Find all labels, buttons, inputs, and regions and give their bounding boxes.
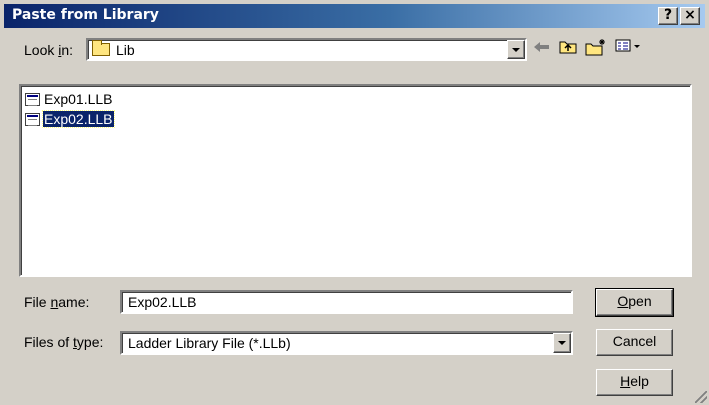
file-name-label: File name:	[24, 294, 89, 310]
help-title-button[interactable]: ?	[658, 7, 678, 25]
file-name-label: Exp02.LLB	[42, 110, 115, 128]
folder-icon	[92, 40, 110, 56]
file-type-dropdown-button[interactable]	[553, 333, 571, 353]
file-name-value: Exp02.LLB	[128, 294, 197, 310]
file-list[interactable]: Exp01.LLB Exp02.LLB	[19, 84, 692, 277]
open-button-key: O	[617, 293, 629, 309]
help-button-rest: elp	[630, 373, 649, 389]
files-of-type-label-pre: Files of	[24, 334, 74, 350]
look-in-label-pre: Look	[24, 42, 59, 58]
up-folder-icon[interactable]	[557, 38, 579, 60]
close-button[interactable]: ×	[680, 7, 700, 25]
views-menu-icon[interactable]	[613, 38, 643, 60]
look-in-label: Look in:	[24, 42, 73, 58]
open-button-rest: pen	[628, 293, 652, 309]
look-in-dropdown-button[interactable]	[507, 40, 525, 59]
back-arrow-icon[interactable]	[531, 38, 553, 60]
look-in-label-post: n:	[61, 42, 74, 58]
files-of-type-label: Files of type:	[24, 334, 103, 350]
file-name-input[interactable]: Exp02.LLB	[120, 290, 573, 314]
new-folder-icon[interactable]	[585, 38, 607, 60]
cancel-button[interactable]: Cancel	[596, 329, 673, 356]
help-button-key: H	[620, 373, 631, 389]
files-of-type-label-post: ype:	[76, 334, 104, 350]
list-item[interactable]: Exp02.LLB	[25, 110, 115, 128]
library-file-icon	[25, 92, 40, 106]
file-name-label: Exp01.LLB	[44, 91, 113, 107]
file-name-label-post: ame:	[58, 294, 90, 310]
open-button[interactable]: Open	[595, 288, 674, 317]
resize-grip[interactable]	[695, 391, 707, 403]
file-type-value: Ladder Library File (*.LLb)	[128, 335, 291, 351]
look-in-combo[interactable]: Lib	[86, 38, 527, 61]
look-in-value: Lib	[116, 42, 135, 58]
library-file-icon	[25, 112, 40, 126]
file-name-label-pre: File	[24, 294, 51, 310]
paste-from-library-dialog: Paste from Library ? × Look in: Lib Exp0…	[0, 0, 709, 405]
title-bar[interactable]: Paste from Library ? ×	[4, 4, 705, 28]
help-button[interactable]: Help	[596, 369, 673, 396]
dialog-title: Paste from Library	[12, 7, 159, 23]
file-type-combo[interactable]: Ladder Library File (*.LLb)	[120, 331, 573, 355]
list-item[interactable]: Exp01.LLB	[25, 90, 114, 108]
